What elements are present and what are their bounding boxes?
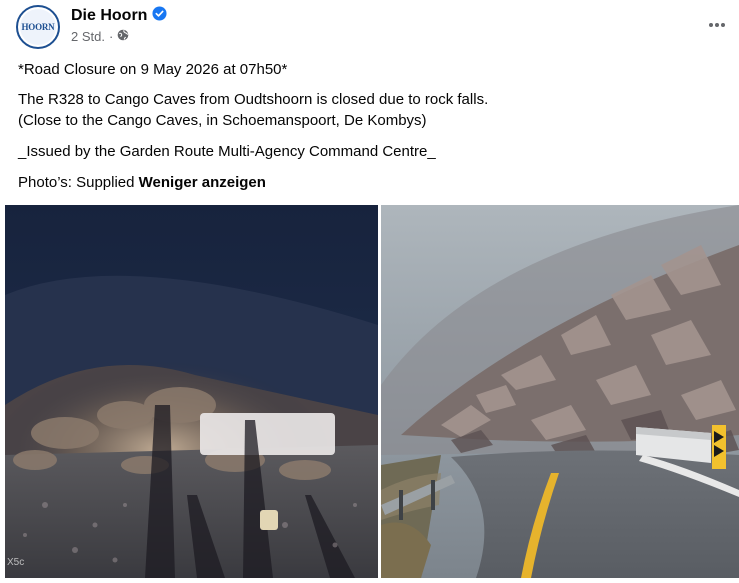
photo-credit: Photo’s: Supplied	[18, 174, 135, 191]
more-options-button[interactable]	[705, 12, 729, 36]
see-less-link[interactable]: Weniger anzeigen	[139, 174, 266, 191]
avatar-logo: HOORN	[20, 9, 56, 45]
post-line-location: (Close to the Cango Caves, in Schoemansp…	[18, 112, 427, 129]
post-line-closure: The R328 to Cango Caves from Oudtshoorn …	[18, 91, 489, 108]
more-horizontal-icon	[708, 15, 726, 33]
post-timestamp[interactable]: 2 Std.	[71, 29, 105, 44]
globe-icon[interactable]	[117, 29, 129, 44]
photo-rockfall-night[interactable]: X5c	[5, 205, 378, 578]
verified-badge-icon	[152, 6, 167, 26]
facebook-post: HOORN Die Hoorn 2 Std. · *Road Closure o…	[0, 0, 739, 583]
photo-watermark: X5c	[7, 557, 25, 568]
page-avatar[interactable]: HOORN	[16, 5, 60, 49]
avatar-logo-text: HOORN	[21, 22, 55, 32]
post-headline: *Road Closure on 9 May 2026 at 07h50*	[18, 61, 288, 78]
post-line-issuer: _Issued by the Garden Route Multi-Agency…	[18, 143, 436, 160]
page-name-row: Die Hoorn	[71, 6, 167, 26]
meta-separator: ·	[108, 29, 114, 44]
page-name[interactable]: Die Hoorn	[71, 7, 147, 25]
post-line-credits: Photo’s: Supplied Weniger anzeigen	[18, 173, 266, 193]
post-meta: 2 Std. ·	[71, 29, 129, 44]
photo-rockfall-fog[interactable]	[381, 205, 739, 578]
